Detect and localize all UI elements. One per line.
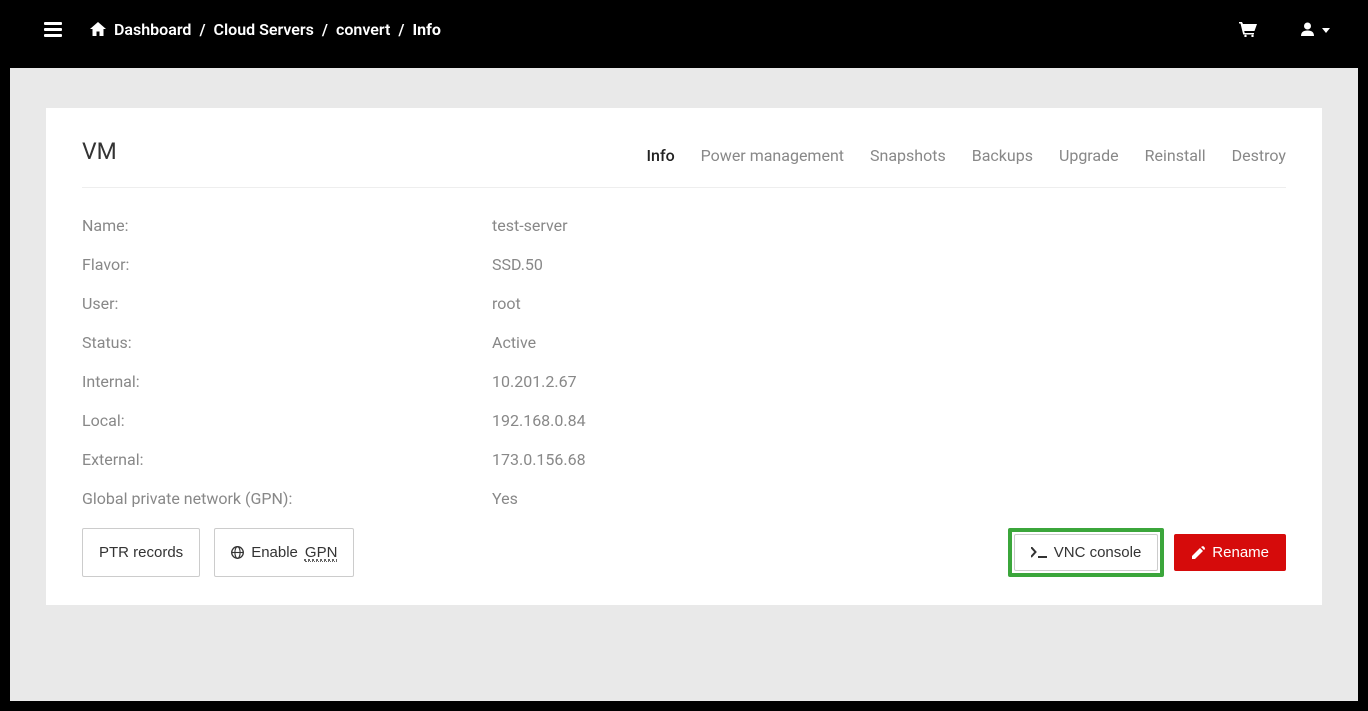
value-external: 173.0.156.68 [492, 450, 586, 469]
globe-icon [231, 546, 244, 559]
topbar-right [1239, 22, 1330, 37]
tab-upgrade[interactable]: Upgrade [1059, 146, 1119, 165]
menu-icon[interactable] [44, 22, 62, 37]
breadcrumb-sep: / [398, 20, 404, 39]
breadcrumb-sep: / [322, 20, 328, 39]
breadcrumb-convert[interactable]: convert [336, 20, 390, 39]
tab-destroy[interactable]: Destroy [1232, 146, 1286, 165]
user-icon [1301, 22, 1314, 36]
breadcrumb-current: Info [412, 20, 440, 39]
topbar: Dashboard / Cloud Servers / convert / In… [0, 0, 1368, 58]
enable-gpn-button[interactable]: Enable GPN [214, 528, 354, 577]
chevron-down-icon [1322, 28, 1330, 33]
tab-reinstall[interactable]: Reinstall [1145, 146, 1206, 165]
value-user: root [492, 294, 521, 313]
tab-power-management[interactable]: Power management [701, 146, 844, 165]
breadcrumb-dashboard[interactable]: Dashboard [114, 20, 191, 39]
breadcrumb-sep: / [199, 20, 205, 39]
value-flavor: SSD.50 [492, 255, 543, 274]
label-name: Name: [82, 216, 492, 235]
tab-snapshots[interactable]: Snapshots [870, 146, 946, 165]
terminal-icon [1031, 547, 1047, 558]
tab-info[interactable]: Info [647, 146, 675, 165]
tab-backups[interactable]: Backups [972, 146, 1033, 165]
ptr-records-button[interactable]: PTR records [82, 528, 200, 577]
actions-right: VNC console Rename [1008, 528, 1286, 577]
value-gpn: Yes [492, 489, 518, 508]
actions-left: PTR records Enable GPN [82, 528, 354, 577]
page-title: VM [82, 138, 117, 165]
enable-gpn-label-prefix: Enable [251, 544, 298, 561]
label-internal: Internal: [82, 372, 492, 391]
cart-icon[interactable] [1239, 22, 1257, 37]
actions-row: PTR records Enable GPN VNC console [82, 528, 1286, 577]
info-row-internal: Internal: 10.201.2.67 [82, 372, 1286, 391]
label-external: External: [82, 450, 492, 469]
label-flavor: Flavor: [82, 255, 492, 274]
label-user: User: [82, 294, 492, 313]
info-table: Name: test-server Flavor: SSD.50 User: r… [82, 216, 1286, 508]
user-menu[interactable] [1301, 22, 1330, 36]
info-row-gpn: Global private network (GPN): Yes [82, 489, 1286, 508]
rename-button[interactable]: Rename [1174, 534, 1286, 571]
value-name: test-server [492, 216, 568, 235]
vnc-console-label: VNC console [1054, 544, 1142, 561]
info-row-external: External: 173.0.156.68 [82, 450, 1286, 469]
label-local: Local: [82, 411, 492, 430]
label-gpn: Global private network (GPN): [82, 489, 492, 508]
vnc-console-button[interactable]: VNC console [1014, 534, 1159, 571]
info-row-local: Local: 192.168.0.84 [82, 411, 1286, 430]
breadcrumb: Dashboard / Cloud Servers / convert / In… [90, 20, 441, 39]
breadcrumb-cloud-servers[interactable]: Cloud Servers [214, 20, 314, 39]
info-row-user: User: root [82, 294, 1286, 313]
edit-icon [1191, 546, 1205, 560]
value-status: Active [492, 333, 536, 352]
vm-panel: VM Info Power management Snapshots Backu… [46, 108, 1322, 605]
label-status: Status: [82, 333, 492, 352]
info-row-status: Status: Active [82, 333, 1286, 352]
value-internal: 10.201.2.67 [492, 372, 577, 391]
panel-header: VM Info Power management Snapshots Backu… [82, 138, 1286, 188]
vnc-console-highlight: VNC console [1008, 528, 1165, 577]
home-icon[interactable] [90, 22, 106, 36]
topbar-left: Dashboard / Cloud Servers / convert / In… [44, 20, 441, 39]
info-row-flavor: Flavor: SSD.50 [82, 255, 1286, 274]
value-local: 192.168.0.84 [492, 411, 586, 430]
info-row-name: Name: test-server [82, 216, 1286, 235]
rename-label: Rename [1212, 544, 1269, 561]
page-wrap: VM Info Power management Snapshots Backu… [0, 58, 1368, 711]
page-background: VM Info Power management Snapshots Backu… [10, 68, 1358, 701]
tabs: Info Power management Snapshots Backups … [647, 146, 1287, 165]
enable-gpn-label-dotted: GPN [305, 544, 338, 562]
